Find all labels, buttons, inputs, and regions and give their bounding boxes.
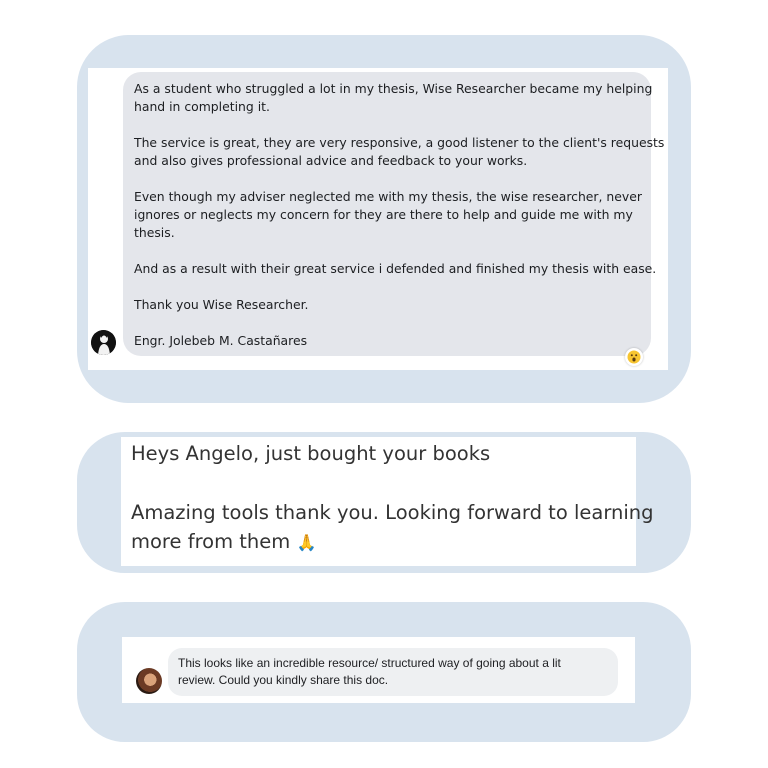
message-line: hand in completing it.	[134, 99, 270, 114]
praying-hands-icon: 🙏	[296, 533, 317, 552]
message-line: Heys Angelo, just bought your books	[131, 442, 491, 465]
message-line: thesis.	[134, 225, 175, 240]
comment-line: This looks like an incredible resource/ …	[178, 656, 561, 670]
avatar-silhouette-icon	[91, 330, 116, 355]
message-line: And as a result with their great service…	[134, 261, 657, 276]
message-text: more from them	[131, 530, 291, 553]
message-line: Even though my adviser neglected me with…	[134, 189, 642, 204]
wow-reaction-icon[interactable]	[625, 348, 643, 366]
message-line: ignores or neglects my concern for they …	[134, 207, 633, 222]
message-line: The service is great, they are very resp…	[134, 135, 665, 150]
signature: Engr. Jolebeb M. Castañares	[134, 333, 308, 348]
message-line: As a student who struggled a lot in my t…	[134, 81, 653, 96]
message-line: more from them 🙏	[131, 527, 631, 557]
message-line: Amazing tools thank you. Looking forward…	[131, 501, 654, 524]
avatar[interactable]	[91, 330, 116, 355]
message-line: and also gives professional advice and f…	[134, 153, 528, 168]
comment-line: review. Could you kindly share this doc.	[178, 673, 389, 687]
wow-emoji-icon	[627, 350, 641, 364]
avatar[interactable]	[136, 668, 162, 694]
message-line: Thank you Wise Researcher.	[134, 297, 309, 312]
